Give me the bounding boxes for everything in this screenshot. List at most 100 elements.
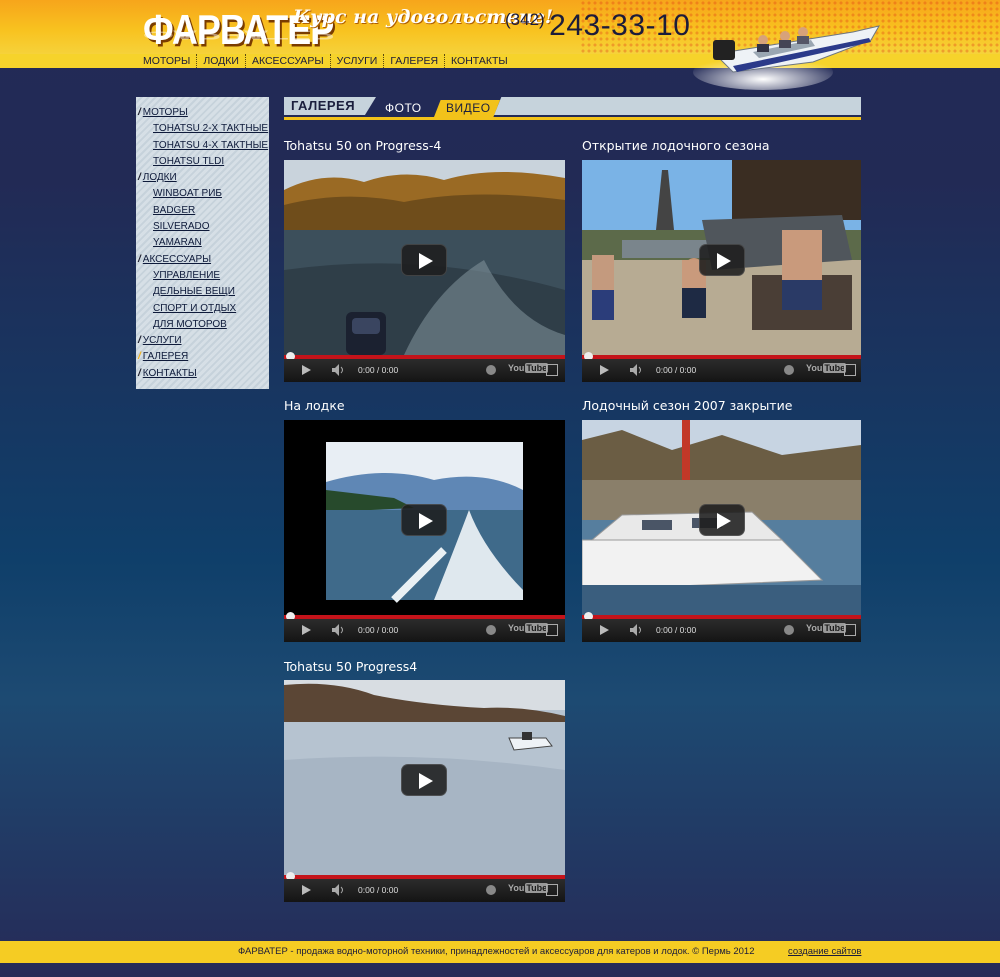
video-player[interactable]: 0:00 / 0:00 You Tube (284, 160, 565, 382)
play-icon[interactable] (699, 504, 745, 536)
footer-copyright: ФАРВАТЕР - продажа водно-моторной техник… (238, 946, 755, 957)
fullscreen-icon[interactable] (844, 364, 856, 376)
youtube-tube: Tube (823, 363, 847, 373)
time-display: 0:00 / 0:00 (656, 625, 697, 635)
time-display: 0:00 / 0:00 (358, 885, 399, 895)
play-button-icon[interactable] (302, 885, 311, 895)
volume-icon[interactable] (332, 884, 346, 896)
video-player[interactable]: 0:00 / 0:00 You Tube (582, 160, 861, 382)
slash-marker-icon: / (138, 107, 141, 118)
play-icon[interactable] (401, 244, 447, 276)
main-nav: МОТОРЫ ЛОДКИ АКСЕССУАРЫ УСЛУГИ ГАЛЕРЕЯ К… (143, 54, 514, 68)
sidebar-item[interactable]: ДЕЛЬНЫЕ ВЕЩИ (136, 284, 269, 300)
player-controls: 0:00 / 0:00 You Tube (582, 619, 861, 642)
slash-marker-icon: / (138, 335, 141, 347)
nav-item-gallery[interactable]: ГАЛЕРЕЯ (383, 54, 444, 68)
play-button-icon[interactable] (600, 625, 609, 635)
sidebar-item[interactable]: / УСЛУГИ (136, 333, 269, 349)
play-icon[interactable] (699, 244, 745, 276)
play-icon[interactable] (401, 504, 447, 536)
tab-gallery-label: ГАЛЕРЕЯ (291, 98, 356, 113)
watch-later-icon[interactable] (486, 625, 496, 635)
volume-icon[interactable] (630, 364, 644, 376)
fullscreen-icon[interactable] (546, 624, 558, 636)
nav-item-contacts[interactable]: КОНТАКТЫ (444, 54, 514, 68)
phone-number: (342) 243-33-10 (505, 9, 690, 43)
watch-later-icon[interactable] (784, 365, 794, 375)
sidebar-item-label: КОНТАКТЫ (142, 367, 197, 379)
sidebar-item[interactable]: УПРАВЛЕНИЕ (136, 268, 269, 284)
video-title: Tohatsu 50 Progress4 (284, 659, 418, 674)
sidebar-item-label: МОТОРЫ (142, 107, 188, 118)
sidebar-item[interactable]: TOHATSU TLDI (136, 154, 269, 170)
sidebar-item[interactable]: / МОТОРЫ (136, 105, 269, 121)
youtube-logo-icon[interactable]: You Tube (806, 363, 847, 373)
sidebar-item[interactable]: / ГАЛЕРЕЯ (136, 349, 269, 365)
video-player[interactable]: 0:00 / 0:00 You Tube (582, 420, 861, 642)
sidebar-item[interactable]: СПОРТ И ОТДЫХ (136, 301, 269, 317)
time-display: 0:00 / 0:00 (358, 625, 399, 635)
nav-item-boats[interactable]: ЛОДКИ (196, 54, 245, 68)
time-display: 0:00 / 0:00 (358, 365, 399, 375)
slash-marker-icon: / (138, 351, 141, 363)
player-controls: 0:00 / 0:00 You Tube (582, 359, 861, 382)
gallery-tabs: ГАЛЕРЕЯ ФОТО ВИДЕО (284, 97, 861, 123)
play-button-icon[interactable] (302, 625, 311, 635)
youtube-logo-icon[interactable]: You Tube (508, 363, 549, 373)
sidebar-item-label: АКСЕССУАРЫ (142, 253, 212, 265)
tab-strip-fill (494, 97, 861, 115)
sidebar-item[interactable]: ДЛЯ МОТОРОВ (136, 317, 269, 333)
phone-digits: 243-33-10 (549, 9, 691, 42)
header-boat-image (693, 25, 881, 90)
nav-item-services[interactable]: УСЛУГИ (329, 54, 384, 68)
sidebar-item-label: ЛОДКИ (142, 172, 177, 184)
sidebar-item[interactable]: TOHATSU 2-Х ТАКТНЫЕ (136, 121, 269, 137)
player-controls: 0:00 / 0:00 You Tube (284, 619, 565, 642)
volume-icon[interactable] (630, 624, 644, 636)
fullscreen-icon[interactable] (844, 624, 856, 636)
youtube-you: You (806, 623, 823, 633)
youtube-tube: Tube (525, 623, 549, 633)
time-display: 0:00 / 0:00 (656, 365, 697, 375)
fullscreen-icon[interactable] (546, 884, 558, 896)
watch-later-icon[interactable] (486, 885, 496, 895)
sidebar-item[interactable]: WINBOAT РИБ (136, 186, 269, 202)
video-player[interactable]: 0:00 / 0:00 You Tube (284, 420, 565, 642)
sidebar-item[interactable]: YAMARAN (136, 235, 269, 251)
player-controls: 0:00 / 0:00 You Tube (284, 879, 565, 902)
sidebar-item[interactable]: / КОНТАКТЫ (136, 366, 269, 382)
youtube-you: You (508, 883, 525, 893)
watch-later-icon[interactable] (784, 625, 794, 635)
site-footer: ФАРВАТЕР - продажа водно-моторной техник… (0, 941, 1000, 963)
tab-photo[interactable]: ФОТО (385, 101, 422, 115)
slash-marker-icon: / (138, 172, 141, 184)
youtube-logo-icon[interactable]: You Tube (508, 623, 549, 633)
nav-item-motors[interactable]: МОТОРЫ (143, 54, 196, 68)
youtube-you: You (508, 623, 525, 633)
play-icon[interactable] (401, 764, 447, 796)
slash-marker-icon: / (138, 253, 141, 265)
sidebar-item[interactable]: / ЛОДКИ (136, 170, 269, 186)
youtube-logo-icon[interactable]: You Tube (806, 623, 847, 633)
video-player[interactable]: 0:00 / 0:00 You Tube (284, 680, 565, 902)
sidebar-item[interactable]: / АКСЕССУАРЫ (136, 252, 269, 268)
watch-later-icon[interactable] (486, 365, 496, 375)
fullscreen-icon[interactable] (546, 364, 558, 376)
nav-item-accessories[interactable]: АКСЕССУАРЫ (244, 54, 330, 68)
play-button-icon[interactable] (302, 365, 311, 375)
play-button-icon[interactable] (600, 365, 609, 375)
sidebar-item[interactable]: BADGER (136, 203, 269, 219)
volume-icon[interactable] (332, 624, 346, 636)
sidebar-item[interactable]: SILVERADO (136, 219, 269, 235)
slash-marker-icon: / (138, 367, 141, 379)
tab-video[interactable]: ВИДЕО (434, 100, 500, 117)
footer-link-web-design[interactable]: создание сайтов (788, 946, 861, 957)
sidebar-item[interactable]: TOHATSU 4-Х ТАКТНЫЕ (136, 138, 269, 154)
youtube-you: You (508, 363, 525, 373)
video-title: На лодке (284, 398, 345, 413)
site-logo-reflection: ФАРВАТЕР (143, 27, 334, 42)
youtube-you: You (806, 363, 823, 373)
youtube-logo-icon[interactable]: You Tube (508, 883, 549, 893)
sidebar-item-label: УСЛУГИ (142, 335, 182, 347)
volume-icon[interactable] (332, 364, 346, 376)
